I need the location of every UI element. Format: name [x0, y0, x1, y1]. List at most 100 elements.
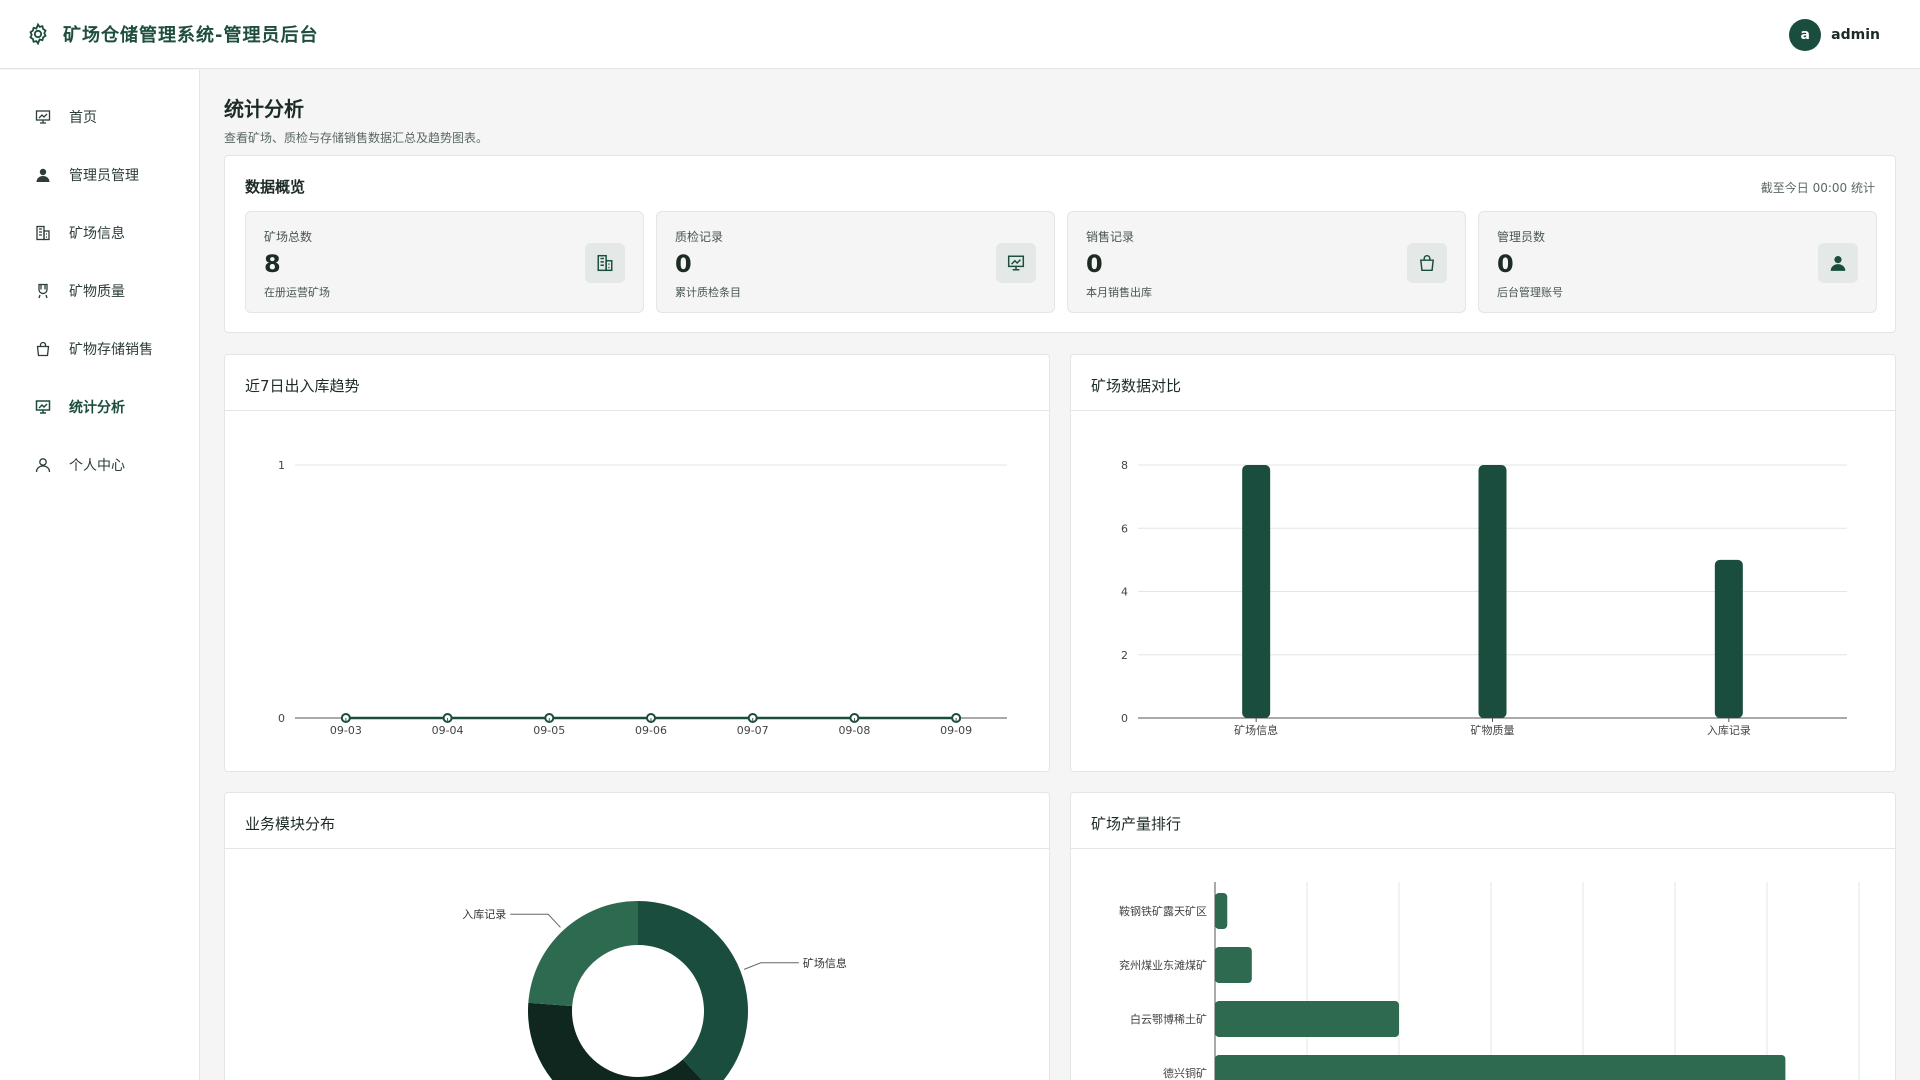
donut-slice: [528, 901, 638, 1007]
bar: [1478, 465, 1507, 718]
x-tick-label: 09-05: [533, 724, 565, 737]
sidebar-item-statistics[interactable]: 统计分析: [0, 387, 199, 427]
y-tick-label: 鞍钢铁矿露天矿区: [1119, 904, 1207, 918]
person-icon: [35, 457, 51, 473]
user-icon: [35, 167, 51, 183]
stat-label: 销售记录: [1086, 230, 1135, 244]
x-tick-label: 09-08: [838, 724, 870, 737]
x-tick-label: 09-06: [635, 724, 667, 737]
stat-desc: 后台管理账号: [1497, 286, 1563, 299]
stat-label: 质检记录: [675, 230, 724, 244]
overview-note: 截至今日 00:00 统计: [1760, 181, 1875, 195]
dashboard-icon: [35, 109, 51, 125]
x-tick-label: 矿场信息: [1234, 723, 1278, 737]
chart-board-icon: [996, 243, 1036, 283]
sidebar-item-admins[interactable]: 管理员管理: [0, 155, 199, 195]
stat-desc: 本月销售出库: [1086, 286, 1152, 299]
building-icon: [585, 243, 625, 283]
slice-label: 矿场信息: [803, 956, 847, 970]
stat-desc: 累计质检条目: [675, 286, 741, 299]
y-tick-label: 1: [278, 459, 285, 472]
x-tick-label: 矿物质量: [1471, 723, 1515, 737]
y-tick-label: 兖州煤业东滩煤矿: [1119, 958, 1207, 972]
overview-title: 数据概览: [245, 178, 306, 196]
x-tick-label: 入库记录: [1707, 724, 1751, 737]
panel-title: 近7日出入库趋势: [245, 377, 360, 395]
ranking-hbar-chart: 鞍钢铁矿露天矿区兖州煤业东滩煤矿白云鄂博稀土矿德兴铜矿: [1119, 882, 1860, 1080]
module-donut-chart: 矿场信息 入库记录: [462, 901, 847, 1080]
app-title: 矿场仓储管理系统-管理员后台: [63, 25, 319, 46]
stat-card-sales[interactable]: 销售记录 0 本月销售出库: [1067, 211, 1466, 313]
stat-value: 0: [1497, 250, 1514, 278]
donut-slice: [528, 1002, 703, 1080]
stat-value: 0: [1086, 250, 1103, 278]
donut-slice: [638, 901, 748, 1080]
stat-value: 8: [264, 250, 281, 278]
stat-card-mines[interactable]: 矿场总数 8 在册运营矿场: [245, 211, 644, 313]
x-tick-label: 09-04: [432, 724, 464, 737]
building-icon: [35, 225, 51, 241]
bar: [1215, 947, 1252, 983]
panel-title: 矿场产量排行: [1091, 815, 1182, 833]
y-tick-label: 白云鄂博稀土矿: [1130, 1012, 1207, 1026]
stat-label: 矿场总数: [264, 230, 313, 244]
bag-icon: [35, 341, 51, 357]
panel-title: 矿场数据对比: [1091, 377, 1182, 395]
user-menu[interactable]: a admin: [1789, 19, 1880, 51]
y-tick-label: 0: [278, 712, 285, 725]
module-panel: 业务模块分布 矿场信息 入库记录: [224, 792, 1050, 1080]
stat-card-admins[interactable]: 管理员数 0 后台管理账号: [1478, 211, 1877, 313]
sidebar-item-label: 首页: [69, 110, 97, 126]
bar: [1215, 1055, 1786, 1080]
sidebar: 首页 管理员管理 矿场信息 矿物质量 矿物存储销售 统计分析 个人中心: [0, 70, 200, 1080]
sidebar-item-mines[interactable]: 矿场信息: [0, 213, 199, 253]
compare-bar-chart: 0 2 4 6 8 矿场信息 矿物质量 入库记录: [1121, 459, 1847, 737]
sidebar-item-label: 矿物存储销售: [69, 342, 153, 358]
bag-icon: [1407, 243, 1447, 283]
x-tick-label: 09-07: [737, 724, 769, 737]
panel-title: 业务模块分布: [245, 815, 336, 833]
sidebar-item-label: 个人中心: [69, 458, 125, 474]
bar: [1242, 465, 1271, 718]
badge-icon: [35, 283, 51, 299]
chart-board-icon: [35, 399, 51, 415]
y-tick-label: 2: [1121, 649, 1128, 662]
stat-value: 0: [675, 250, 692, 278]
sidebar-item-label: 矿场信息: [69, 226, 125, 242]
sidebar-item-home[interactable]: 首页: [0, 97, 199, 137]
bar: [1215, 893, 1228, 929]
ranking-panel: 矿场产量排行 鞍钢铁矿露天矿区 兖州煤业东滩煤矿白云鄂博稀土矿德兴铜矿: [1070, 792, 1896, 1080]
y-tick-label: 德兴铜矿: [1163, 1066, 1207, 1080]
slice-label-leader: [743, 962, 799, 970]
x-tick-label: 09-09: [940, 724, 972, 737]
slice-label: 入库记录: [462, 908, 506, 921]
bar: [1714, 559, 1743, 718]
y-tick-label: 8: [1121, 459, 1128, 472]
stat-desc: 在册运营矿场: [264, 286, 330, 299]
username[interactable]: admin: [1831, 27, 1880, 43]
sidebar-item-label: 统计分析: [69, 400, 125, 416]
compare-panel: 矿场数据对比 0 2 4 6 8 矿场信息 矿物质量 入库记录: [1070, 354, 1896, 772]
overview-card: 数据概览 截至今日 00:00 统计 矿场总数 8 在册运营矿场 质检记录 0 …: [224, 155, 1896, 333]
x-tick-label: 09-03: [330, 724, 362, 737]
stat-card-quality[interactable]: 质检记录 0 累计质检条目: [656, 211, 1055, 313]
slice-label-leader: [510, 913, 561, 928]
sidebar-item-storage-sales[interactable]: 矿物存储销售: [0, 329, 199, 369]
y-tick-label: 4: [1121, 586, 1128, 599]
stat-label: 管理员数: [1497, 230, 1546, 244]
top-bar: 矿场仓储管理系统-管理员后台 a admin: [0, 0, 1920, 69]
user-icon: [1818, 243, 1858, 283]
sidebar-item-label: 矿物质量: [69, 284, 125, 300]
page-subtitle: 查看矿场、质检与存储销售数据汇总及趋势图表。: [224, 131, 489, 145]
sidebar-item-profile[interactable]: 个人中心: [0, 445, 199, 485]
main-content: 统计分析 查看矿场、质检与存储销售数据汇总及趋势图表。 数据概览 截至今日 00…: [224, 70, 1896, 1080]
y-tick-label: 0: [1121, 712, 1128, 725]
avatar[interactable]: a: [1789, 19, 1822, 51]
trend-panel: 近7日出入库趋势 0 1 09-03 09-04 09-05 09-06 09-07 09-0…: [224, 354, 1050, 772]
sidebar-item-quality[interactable]: 矿物质量: [0, 271, 199, 311]
gear-icon[interactable]: [25, 21, 51, 47]
bar: [1215, 1001, 1399, 1037]
trend-line-chart: 0 1 09-03 09-04 09-05 09-06 09-07 09-08 09-09: [278, 459, 1007, 737]
sidebar-item-label: 管理员管理: [69, 168, 139, 184]
page-title: 统计分析: [224, 97, 304, 121]
